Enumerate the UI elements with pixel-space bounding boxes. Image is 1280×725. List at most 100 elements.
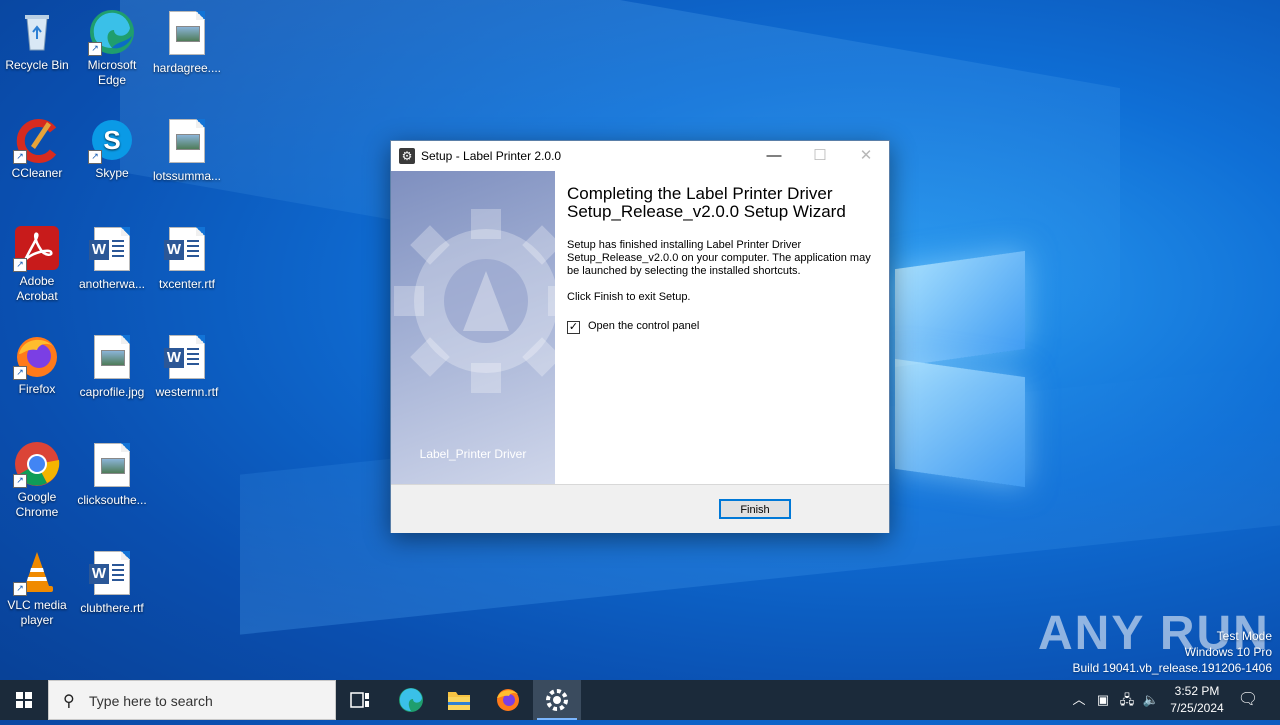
edge-icon: ↗	[88, 8, 136, 56]
dialog-titlebar[interactable]: ⚙ Setup - Label Printer 2.0.0 — ☐ ✕	[391, 141, 889, 171]
shortcut-arrow-icon: ↗	[88, 42, 102, 56]
watermark-line: Windows 10 Pro	[1184, 645, 1272, 659]
desktop-icon-label: caprofile.jpg	[79, 385, 145, 399]
volume-button[interactable]: 🔈	[1140, 680, 1162, 720]
taskbar-search-box[interactable]: ⚲ Type here to search	[48, 680, 336, 720]
setup-dialog: ⚙ Setup - Label Printer 2.0.0 — ☐ ✕ Labe…	[390, 140, 890, 533]
watermark-line: Build 19041.vb_release.191206-1406	[1072, 661, 1273, 675]
desktop-icon-file[interactable]: lotssumma...	[150, 116, 224, 184]
speaker-icon: 🔈	[1142, 692, 1160, 707]
open-control-panel-checkbox[interactable]: ✓	[567, 321, 580, 334]
desktop-icon-label: Firefox	[18, 382, 56, 396]
image-file-icon	[88, 335, 136, 383]
desktop-icon-skype[interactable]: S ↗ Skype	[75, 116, 149, 181]
windows-start-icon	[16, 692, 32, 708]
desktop-icon-vlc[interactable]: ↗ VLC media player	[0, 548, 74, 628]
desktop-icon-file[interactable]: W txcenter.rtf	[150, 224, 224, 292]
show-hidden-icons-button[interactable]: ︿	[1068, 680, 1090, 720]
notification-icon: 🗨	[1237, 691, 1259, 708]
finish-button[interactable]: Finish	[719, 499, 791, 519]
wizard-instruction: Click Finish to exit Setup.	[567, 291, 691, 303]
desktop-icon-firefox[interactable]: ↗ Firefox	[0, 332, 74, 397]
shortcut-arrow-icon: ↗	[13, 150, 27, 164]
setup-app-icon: ⚙	[399, 148, 415, 164]
desktop-icon-label: txcenter.rtf	[158, 277, 216, 291]
dialog-footer: Finish	[391, 484, 889, 533]
shortcut-arrow-icon: ↗	[13, 258, 27, 272]
desktop-icon-file[interactable]: W clubthere.rtf	[75, 548, 149, 616]
clock-date: 7/25/2024	[1170, 701, 1224, 715]
windows-logo-wallpaper	[895, 240, 1030, 488]
desktop-icon-label: clicksouthe...	[77, 493, 147, 507]
start-button[interactable]	[0, 680, 48, 720]
svg-text:S: S	[103, 125, 120, 155]
task-view-button[interactable]	[336, 680, 384, 720]
search-placeholder: Type here to search	[89, 693, 213, 709]
clock-time: 3:52 PM	[1174, 684, 1220, 698]
taskbar-firefox[interactable]	[484, 680, 532, 720]
close-button[interactable]: ✕	[843, 141, 889, 171]
build-watermark: Test Mode Windows 10 Pro Build 19041.vb_…	[1073, 628, 1273, 676]
recycle-bin-icon	[13, 8, 61, 56]
dialog-title: Setup - Label Printer 2.0.0	[421, 149, 562, 163]
folder-icon	[448, 692, 470, 710]
wizard-heading: Completing the Label Printer Driver Setu…	[567, 184, 846, 221]
action-center-button[interactable]: 🗨	[1234, 680, 1262, 720]
watermark-line: Test Mode	[1216, 629, 1272, 643]
taskbar: ⚲ Type here to search ︿ ▣ 🖧 🔈 3:52 PM 7/…	[0, 680, 1280, 720]
firefox-icon: ↗	[13, 332, 61, 380]
taskbar-edge[interactable]	[387, 680, 435, 720]
taskbar-setup-app[interactable]	[533, 680, 581, 720]
firefox-icon	[497, 689, 519, 711]
wizard-message: Setup has finished installing Label Prin…	[567, 239, 871, 277]
desktop-icon-file[interactable]: hardagree....	[150, 8, 224, 76]
network-icon: 🖧	[1119, 692, 1135, 707]
desktop-icon-label: lotssumma...	[152, 169, 221, 183]
chrome-icon: ↗	[13, 440, 61, 488]
edge-icon	[399, 688, 423, 712]
meet-now-icon: ▣	[1096, 692, 1110, 707]
desktop-icon-file[interactable]: W westernn.rtf	[150, 332, 224, 400]
word-file-icon: W	[163, 335, 211, 383]
desktop-icon-file[interactable]: caprofile.jpg	[75, 332, 149, 400]
shortcut-arrow-icon: ↗	[88, 150, 102, 164]
taskbar-file-explorer[interactable]	[435, 680, 483, 720]
desktop-icon-recycle-bin[interactable]: Recycle Bin	[0, 8, 74, 73]
shortcut-arrow-icon: ↗	[13, 474, 27, 488]
desktop-icon-label: Skype	[95, 166, 129, 180]
acrobat-icon: ↗	[13, 224, 61, 272]
word-file-icon: W	[163, 227, 211, 275]
chevron-up-icon: ︿	[1072, 692, 1086, 707]
skype-icon: S ↗	[88, 116, 136, 164]
network-button[interactable]: 🖧	[1116, 680, 1138, 720]
desktop-icon-acrobat[interactable]: ↗ Adobe Acrobat	[0, 224, 74, 304]
shortcut-arrow-icon: ↗	[13, 366, 27, 380]
desktop-icon-edge[interactable]: ↗ Microsoft Edge	[75, 8, 149, 88]
desktop-icon-label: Google Chrome	[15, 490, 59, 519]
open-control-panel-label[interactable]: Open the control panel	[588, 320, 699, 332]
desktop-icon-label: Microsoft Edge	[87, 58, 137, 87]
desktop-icon-file[interactable]: clicksouthe...	[75, 440, 149, 508]
minimize-button[interactable]: —	[751, 141, 797, 171]
desktop-icon-ccleaner[interactable]: ↗ CCleaner	[0, 116, 74, 181]
ccleaner-icon: ↗	[13, 116, 61, 164]
taskbar-clock[interactable]: 3:52 PM 7/25/2024	[1163, 683, 1231, 717]
desktop-icon-label: anotherwa...	[78, 277, 146, 291]
wizard-content: Completing the Label Printer Driver Setu…	[567, 185, 877, 336]
image-file-icon	[88, 443, 136, 491]
desktop-icon-label: westernn.rtf	[155, 385, 219, 399]
maximize-button: ☐	[813, 147, 827, 164]
open-control-panel-option[interactable]: ✓ Open the control panel	[567, 320, 877, 336]
tray-app-icon[interactable]: ▣	[1092, 680, 1114, 720]
wizard-side-banner: Label_Printer Driver	[391, 171, 555, 484]
desktop-icon-chrome[interactable]: ↗ Google Chrome	[0, 440, 74, 520]
desktop-icon-label: hardagree....	[152, 61, 222, 75]
image-file-icon	[163, 119, 211, 167]
task-view-icon	[350, 692, 369, 708]
desktop-icon-label: CCleaner	[11, 166, 63, 180]
desktop-icon-file[interactable]: W anotherwa...	[75, 224, 149, 292]
vlc-icon: ↗	[13, 548, 61, 596]
desktop-icon-label: Adobe Acrobat	[16, 274, 58, 303]
desktop-icon-label: clubthere.rtf	[80, 601, 144, 615]
wizard-side-label: Label_Printer Driver	[419, 447, 527, 461]
